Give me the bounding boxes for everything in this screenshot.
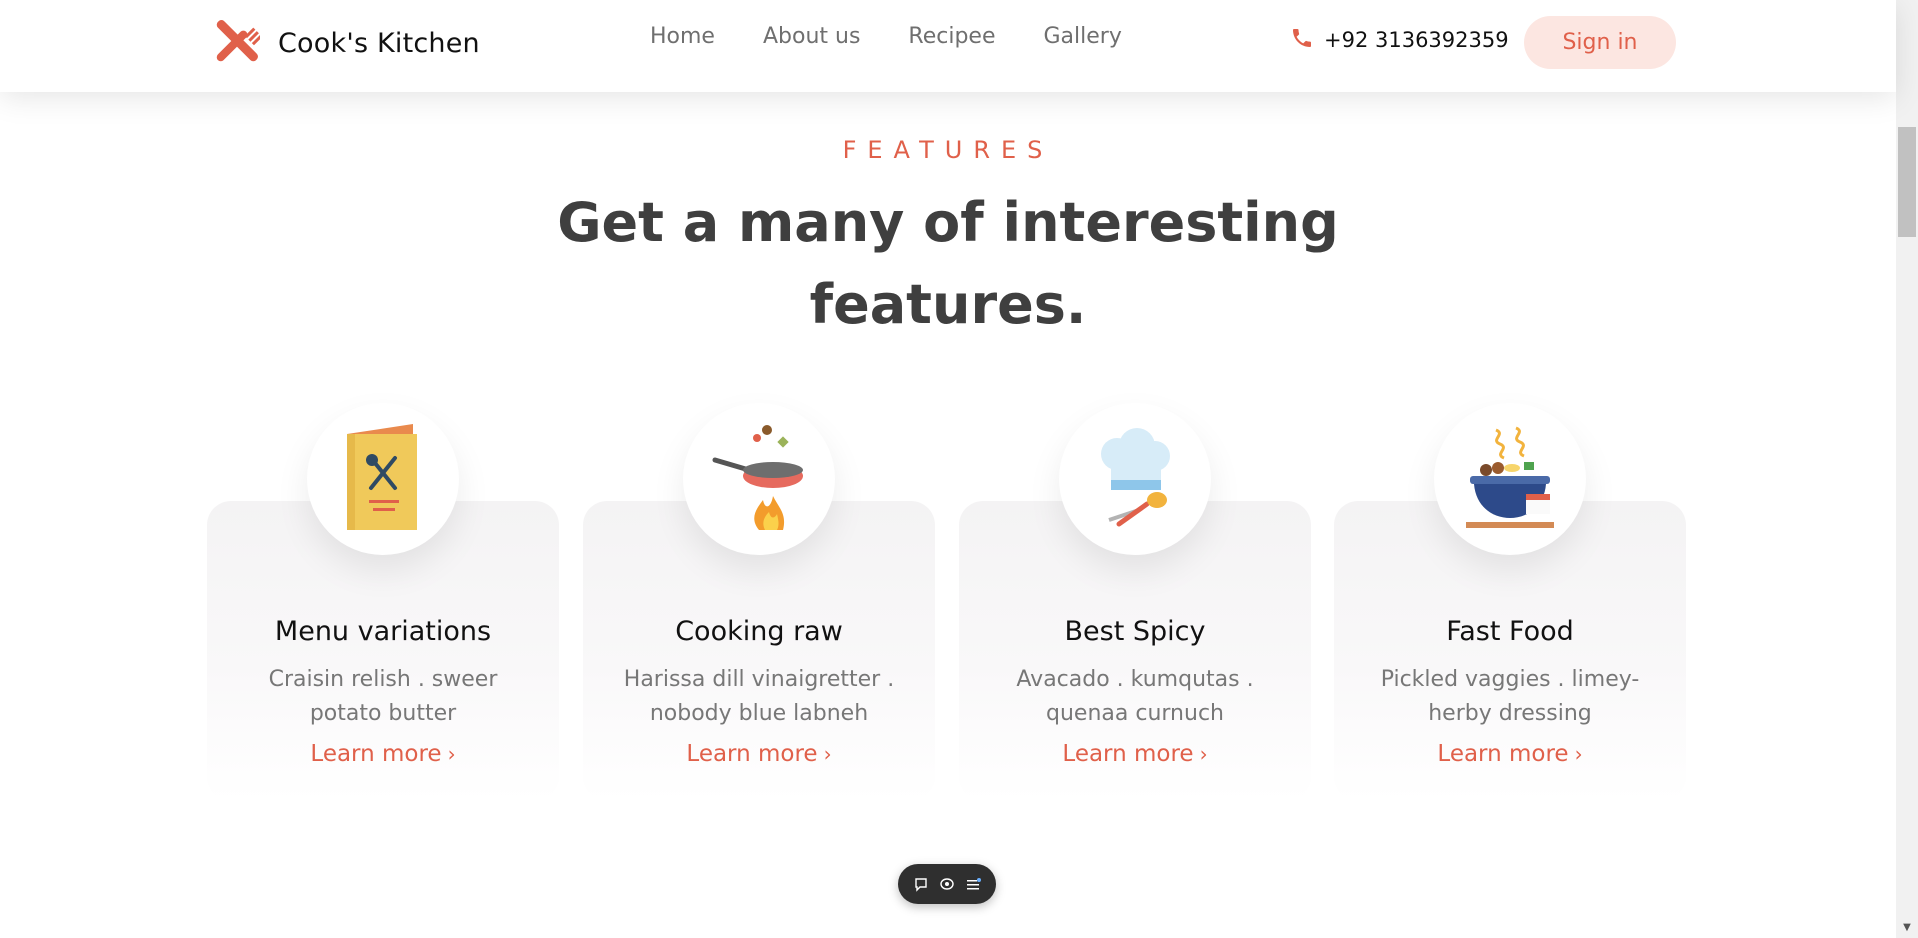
chevron-right-icon: ›	[1574, 742, 1583, 766]
menu-card-icon	[307, 403, 459, 555]
site-header: Cook's Kitchen Home About us Recipee Gal…	[0, 0, 1896, 92]
section-headline: Get a many of interesting features.	[548, 182, 1348, 346]
learn-more-link[interactable]: Learn more ›	[959, 741, 1311, 767]
brand-logo[interactable]: Cook's Kitchen	[214, 18, 480, 68]
chevron-right-icon: ›	[447, 742, 456, 766]
section-eyebrow: FEATURES	[842, 136, 1054, 164]
phone-number: +92 3136392359	[1324, 28, 1509, 52]
card-description: Harissa dill vinaigretter . nobody blue …	[623, 667, 895, 726]
learn-more-link[interactable]: Learn more ›	[207, 741, 559, 767]
card-title: Cooking raw	[675, 616, 843, 647]
card-description: Pickled vaggies . limey-herby dressing	[1380, 667, 1640, 726]
floating-toolbar	[898, 864, 996, 904]
nav-home[interactable]: Home	[650, 24, 715, 49]
card-description: Avacado . kumqutas . quenaa curnuch	[1016, 667, 1254, 726]
main-nav: Home About us Recipee Gallery	[650, 24, 1122, 49]
noodle-bowl-icon	[1434, 403, 1586, 555]
headline-line-2: features.	[809, 273, 1087, 336]
chef-hat-icon	[1059, 403, 1211, 555]
headline-line-1: Get a many of interesting	[557, 191, 1339, 254]
chevron-right-icon: ›	[1199, 742, 1208, 766]
scrollbar-thumb[interactable]	[1898, 127, 1916, 237]
fork-knife-icon	[214, 18, 263, 68]
frying-pan-icon	[683, 403, 835, 555]
phone-icon	[1290, 26, 1314, 54]
nav-recipee[interactable]: Recipee	[908, 24, 995, 49]
list-icon[interactable]	[963, 874, 983, 894]
nav-gallery[interactable]: Gallery	[1044, 24, 1122, 49]
card-title: Best Spicy	[1064, 616, 1206, 647]
learn-more-link[interactable]: Learn more ›	[583, 741, 935, 767]
card-title: Fast Food	[1446, 616, 1574, 647]
brand-name: Cook's Kitchen	[278, 27, 480, 59]
scroll-down-arrow-icon[interactable]: ▼	[1899, 922, 1915, 936]
card-title: Menu variations	[274, 616, 492, 647]
card-description: Craisin relish . sweer potato butter	[268, 667, 498, 726]
chevron-right-icon: ›	[823, 742, 832, 766]
screen-icon[interactable]	[937, 874, 957, 894]
learn-more-link[interactable]: Learn more ›	[1334, 741, 1686, 767]
chat-bubble-icon[interactable]	[911, 874, 931, 894]
sign-in-button[interactable]: Sign in	[1524, 16, 1676, 69]
phone-contact[interactable]: +92 3136392359	[1290, 26, 1509, 54]
nav-about-us[interactable]: About us	[763, 24, 860, 49]
